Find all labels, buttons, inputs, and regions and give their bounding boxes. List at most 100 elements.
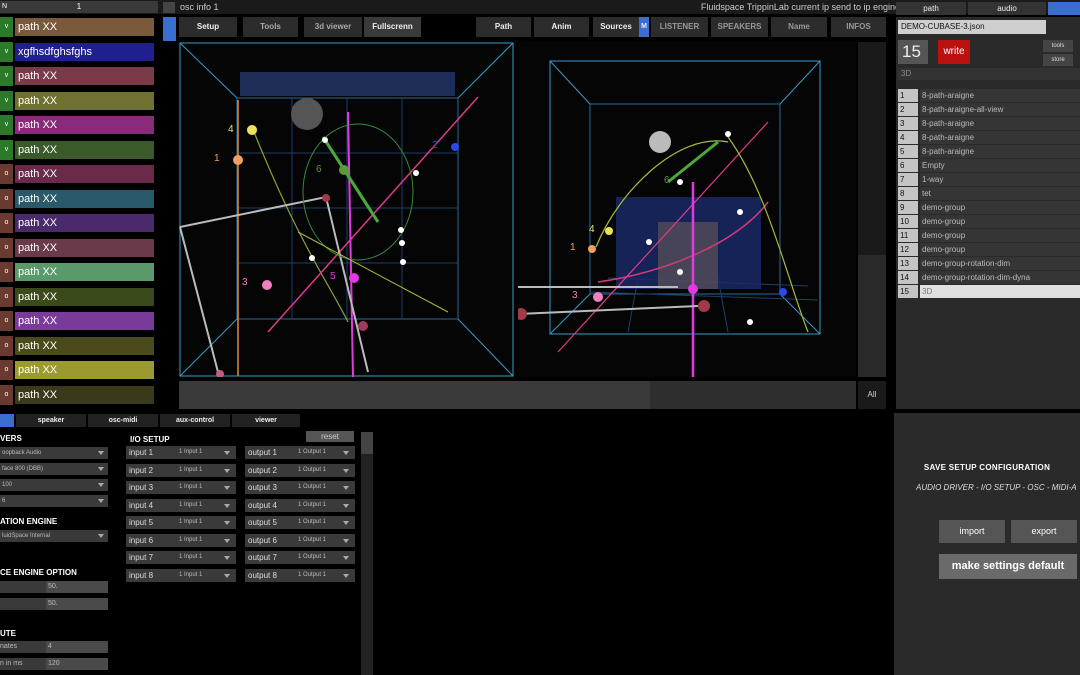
tab-osc-midi[interactable]: osc-midi	[88, 414, 158, 427]
import-button[interactable]: import	[939, 520, 1005, 543]
preset-row[interactable]: 6 Empty	[898, 159, 1080, 172]
name-button[interactable]: Name	[771, 17, 827, 37]
speakers-button[interactable]: SPEAKERS	[711, 17, 768, 37]
source-toggle[interactable]: v	[0, 139, 13, 160]
sources-button[interactable]: Sources	[593, 17, 639, 37]
option-field-2[interactable]: 50.	[0, 598, 108, 610]
preset-row[interactable]: 5 8-path-araigne	[898, 145, 1080, 158]
3d-viewer-button[interactable]: 3d viewer	[304, 17, 362, 37]
source-toggle[interactable]: v	[0, 115, 13, 135]
source-toggle[interactable]: o	[0, 237, 13, 258]
output-4-select[interactable]: output 41 Output 1	[245, 498, 355, 512]
source-toggle[interactable]: o	[0, 384, 13, 405]
input-4-select[interactable]: input 41 Input 1	[126, 498, 236, 512]
anim-button[interactable]: Anim	[534, 17, 589, 37]
source-name[interactable]: path XX	[15, 67, 154, 85]
source-row[interactable]: v path XX	[0, 115, 158, 135]
source-name[interactable]: path XX	[15, 238, 154, 257]
source-row[interactable]: v path XX	[0, 139, 158, 160]
source-toggle[interactable]: o	[0, 262, 13, 282]
source-toggle[interactable]: o	[0, 188, 13, 209]
source-name[interactable]: path XX	[15, 263, 154, 281]
source-toggle[interactable]: o	[0, 335, 13, 356]
reset-button[interactable]: reset	[306, 431, 354, 442]
sources-m-toggle[interactable]: M	[639, 17, 649, 37]
tab-active-bottom[interactable]	[0, 414, 14, 427]
output-6-select[interactable]: output 61 Output 1	[245, 533, 355, 547]
output-2-select[interactable]: output 21 Output 1	[245, 463, 355, 477]
write-button[interactable]: write	[938, 40, 970, 64]
timeline-bar-right[interactable]	[650, 381, 856, 409]
session-file[interactable]: DEMO-CUBASE-3.json	[898, 20, 1046, 34]
source-name[interactable]: path XX	[15, 336, 154, 355]
source-row[interactable]: o path XX	[0, 213, 158, 233]
source-toggle[interactable]: v	[0, 66, 13, 86]
io-scrollbar[interactable]	[361, 432, 373, 675]
all-button[interactable]: All	[858, 381, 886, 409]
source-name[interactable]: path XX	[15, 116, 154, 134]
output-5-select[interactable]: output 51 Output 1	[245, 516, 355, 529]
compute-field-1[interactable]: nates 4	[0, 641, 108, 653]
scene-number[interactable]: 1	[0, 1, 158, 13]
source-toggle[interactable]: o	[0, 164, 13, 184]
source-row[interactable]: o path XX	[0, 335, 158, 356]
source-row[interactable]: o path XX	[0, 286, 158, 307]
samplerate-select[interactable]: 100	[0, 479, 108, 491]
setup-button[interactable]: Setup	[179, 17, 237, 37]
export-button[interactable]: export	[1011, 520, 1077, 543]
input-8-select[interactable]: input 81 Input 1	[126, 568, 236, 582]
output-1-select[interactable]: output 11 Output 1	[245, 446, 355, 459]
source-name[interactable]: path XX	[15, 287, 154, 306]
viewer-perspective[interactable]: 1 4 3 6	[515, 42, 856, 377]
listener-button[interactable]: LISTENER	[651, 17, 708, 37]
source-toggle[interactable]: o	[0, 286, 13, 307]
preset-row[interactable]: 14 demo-group-rotation-dim-dyna	[898, 271, 1080, 284]
source-name[interactable]: path XX	[15, 361, 154, 379]
make-default-button[interactable]: make settings default	[939, 554, 1077, 579]
source-toggle[interactable]: o	[0, 213, 13, 233]
driver-select[interactable]: oopback Audio	[0, 447, 108, 459]
tab-speaker[interactable]: speaker	[16, 414, 86, 427]
source-toggle[interactable]: o	[0, 360, 13, 380]
source-row[interactable]: o path XX	[0, 360, 158, 380]
tools-small-button[interactable]: tools	[1043, 40, 1073, 52]
viewer-scroll-thumb[interactable]	[858, 255, 886, 377]
preset-row[interactable]: 10 demo-group	[898, 215, 1080, 228]
option-field-1[interactable]: 50.	[0, 581, 108, 593]
input-3-select[interactable]: input 31 Input 1	[126, 481, 236, 494]
source-row[interactable]: o path XX	[0, 237, 158, 258]
output-8-select[interactable]: output 81 Output 1	[245, 568, 355, 582]
source-toggle[interactable]: v	[0, 90, 13, 111]
input-5-select[interactable]: input 51 Input 1	[126, 516, 236, 529]
preset-row[interactable]: 1 8-path-araigne	[898, 89, 1080, 102]
input-7-select[interactable]: input 71 Input 1	[126, 551, 236, 564]
tab-viewer[interactable]: viewer	[232, 414, 300, 427]
input-2-select[interactable]: input 21 Input 1	[126, 463, 236, 477]
current-preset-number[interactable]: 15	[898, 40, 928, 64]
preset-row[interactable]: 9 demo-group	[898, 201, 1080, 214]
small-toggle[interactable]	[163, 2, 175, 13]
preset-row[interactable]: 13 demo-group-rotation-dim	[898, 257, 1080, 270]
preset-row[interactable]: 3 8-path-araigne	[898, 117, 1080, 130]
preset-row[interactable]: 7 1-way	[898, 173, 1080, 186]
fullscreen-button[interactable]: Fullscrenn	[364, 17, 421, 37]
source-row[interactable]: o path XX	[0, 384, 158, 405]
current-preset-name[interactable]: 3D	[898, 68, 1080, 80]
source-toggle[interactable]: o	[0, 311, 13, 331]
device-select[interactable]: face 800 (DBB)	[0, 463, 108, 475]
source-row[interactable]: o path XX	[0, 164, 158, 184]
preset-row[interactable]: 15 3D	[898, 285, 1080, 298]
engine-select[interactable]: luidSpace Internal	[0, 530, 108, 542]
preset-row[interactable]: 4 8-path-araigne	[898, 131, 1080, 144]
source-name[interactable]: path XX	[15, 214, 154, 232]
source-name[interactable]: path XX	[15, 140, 154, 159]
source-name[interactable]: path XX	[15, 91, 154, 110]
tab-active[interactable]	[1048, 2, 1080, 15]
preset-row[interactable]: 2 8-path-araigne-all-view	[898, 103, 1080, 116]
source-name[interactable]: path XX	[15, 312, 154, 330]
viewer-top[interactable]: 4 1 2 3 5 6	[178, 42, 516, 378]
infos-button[interactable]: INFOS	[831, 17, 886, 37]
source-name[interactable]: path XX	[15, 385, 154, 404]
source-row[interactable]: v path XX	[0, 66, 158, 86]
preset-row[interactable]: 12 demo-group	[898, 243, 1080, 256]
